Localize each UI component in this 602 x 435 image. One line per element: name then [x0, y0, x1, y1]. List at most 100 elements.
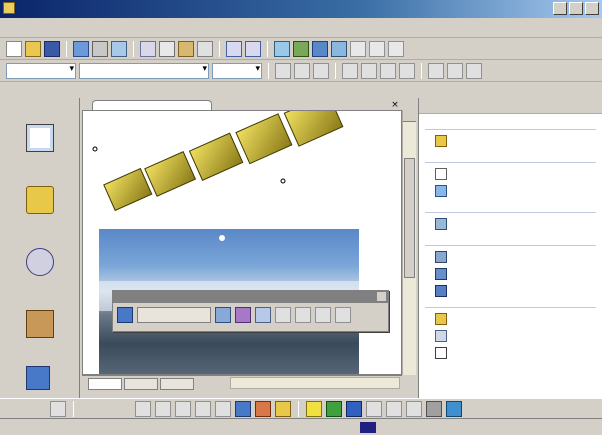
- maximize-button[interactable]: [569, 2, 583, 15]
- line-color-icon[interactable]: [326, 400, 342, 417]
- menu-item[interactable]: [66, 22, 106, 34]
- font-combo[interactable]: [79, 62, 209, 79]
- menu-item[interactable]: [274, 22, 314, 34]
- select-objects-icon[interactable]: [50, 400, 66, 417]
- insert-hyperlink-icon[interactable]: [312, 40, 328, 57]
- menu-item[interactable]: [14, 22, 54, 34]
- task-link[interactable]: [435, 312, 602, 325]
- align-center-icon[interactable]: [361, 62, 377, 79]
- line-icon[interactable]: [135, 400, 151, 417]
- close-icon[interactable]: [588, 100, 598, 110]
- minimize-button[interactable]: [553, 2, 567, 15]
- menu-item[interactable]: [118, 22, 158, 34]
- increase-font-icon[interactable]: [428, 62, 444, 79]
- wordart-gallery-icon[interactable]: [215, 307, 231, 323]
- insert-table-icon[interactable]: [274, 40, 290, 57]
- menu-item[interactable]: [482, 22, 522, 34]
- align-right-icon[interactable]: [380, 62, 396, 79]
- draw-menu[interactable]: [6, 403, 46, 415]
- scroll-up-button[interactable]: [403, 110, 416, 122]
- menu-item[interactable]: [430, 22, 470, 34]
- dash-style-icon[interactable]: [386, 400, 402, 417]
- oval-icon[interactable]: [195, 400, 211, 417]
- insert-clipart-icon[interactable]: [255, 400, 271, 417]
- tab-preview[interactable]: [160, 377, 194, 390]
- print-icon[interactable]: [92, 40, 108, 57]
- wordart[interactable]: [83, 111, 402, 231]
- publish-icon[interactable]: [73, 40, 89, 57]
- menu-item[interactable]: [222, 22, 262, 34]
- bold-icon[interactable]: [275, 62, 291, 79]
- tab-html[interactable]: [124, 377, 158, 390]
- fill-color-icon[interactable]: [306, 400, 322, 417]
- font-color-icon[interactable]: [346, 400, 362, 417]
- arrow-style-icon[interactable]: [406, 400, 422, 417]
- menu-item[interactable]: [378, 22, 418, 34]
- task-link[interactable]: [435, 167, 602, 180]
- menu-item[interactable]: [326, 22, 366, 34]
- shadow-style-icon[interactable]: [426, 400, 442, 417]
- view-navigation[interactable]: [0, 306, 80, 368]
- rectangle-icon[interactable]: [175, 400, 191, 417]
- character-spacing-icon[interactable]: [335, 307, 351, 323]
- 3d-style-icon[interactable]: [446, 400, 462, 417]
- vertical-text-icon[interactable]: [295, 307, 311, 323]
- alignment-icon[interactable]: [315, 307, 331, 323]
- selection-handle[interactable]: [92, 146, 98, 152]
- close-button[interactable]: [585, 2, 599, 15]
- hyperlinks-view-icon[interactable]: [26, 366, 50, 390]
- view-reports[interactable]: [0, 244, 80, 306]
- view-folders[interactable]: [0, 182, 80, 244]
- toolbar-overflow-icon[interactable]: [369, 40, 385, 57]
- arrow-icon[interactable]: [155, 400, 171, 417]
- underline-icon[interactable]: [313, 62, 329, 79]
- toolbar-options-icon[interactable]: [350, 40, 366, 57]
- tab-design[interactable]: [88, 377, 122, 390]
- close-icon[interactable]: [377, 292, 386, 301]
- task-link[interactable]: [435, 284, 602, 297]
- save-icon[interactable]: [44, 40, 60, 57]
- size-combo[interactable]: [212, 62, 262, 79]
- align-left-icon[interactable]: [342, 62, 358, 79]
- textbox-icon[interactable]: [215, 400, 231, 417]
- startup-checkbox[interactable]: [435, 346, 447, 359]
- same-letter-heights-icon[interactable]: [275, 307, 291, 323]
- new-page-icon[interactable]: [6, 40, 22, 57]
- task-link[interactable]: [435, 250, 602, 263]
- cut-icon[interactable]: [140, 40, 156, 57]
- open-folder-icon[interactable]: [25, 40, 41, 57]
- format-wordart-icon[interactable]: [235, 307, 251, 323]
- decrease-font-icon[interactable]: [447, 62, 463, 79]
- task-link[interactable]: [435, 134, 602, 147]
- task-link[interactable]: [435, 184, 602, 197]
- task-link[interactable]: [435, 329, 602, 342]
- edit-text-button[interactable]: [137, 307, 211, 323]
- insert-wordart-icon[interactable]: [235, 400, 251, 417]
- style-combo[interactable]: [6, 62, 76, 79]
- insert-layer-icon[interactable]: [331, 40, 347, 57]
- help-icon[interactable]: [388, 40, 404, 57]
- vertical-scrollbar[interactable]: [402, 110, 416, 375]
- view-page[interactable]: [0, 120, 80, 182]
- redo-icon[interactable]: [245, 40, 261, 57]
- numbering-icon[interactable]: [466, 62, 482, 79]
- undo-icon[interactable]: [226, 40, 242, 57]
- horizontal-scrollbar[interactable]: [230, 377, 400, 389]
- insert-wordart-icon[interactable]: [117, 307, 133, 323]
- close-document-icon[interactable]: ×: [390, 100, 400, 110]
- insert-picture-icon[interactable]: [293, 40, 309, 57]
- format-painter-icon[interactable]: [197, 40, 213, 57]
- paste-icon[interactable]: [178, 40, 194, 57]
- task-link[interactable]: [435, 217, 602, 230]
- italic-icon[interactable]: [294, 62, 310, 79]
- autoshapes-menu[interactable]: [81, 403, 131, 415]
- wordart-toolbar-title[interactable]: [113, 291, 388, 303]
- line-style-icon[interactable]: [366, 400, 382, 417]
- menu-item[interactable]: [170, 22, 210, 34]
- preview-icon[interactable]: [111, 40, 127, 57]
- editor-canvas[interactable]: [82, 110, 402, 375]
- startup-checkbox-row[interactable]: [435, 346, 602, 359]
- selection-handle[interactable]: [219, 235, 225, 241]
- justify-icon[interactable]: [399, 62, 415, 79]
- selection-handle[interactable]: [280, 178, 286, 184]
